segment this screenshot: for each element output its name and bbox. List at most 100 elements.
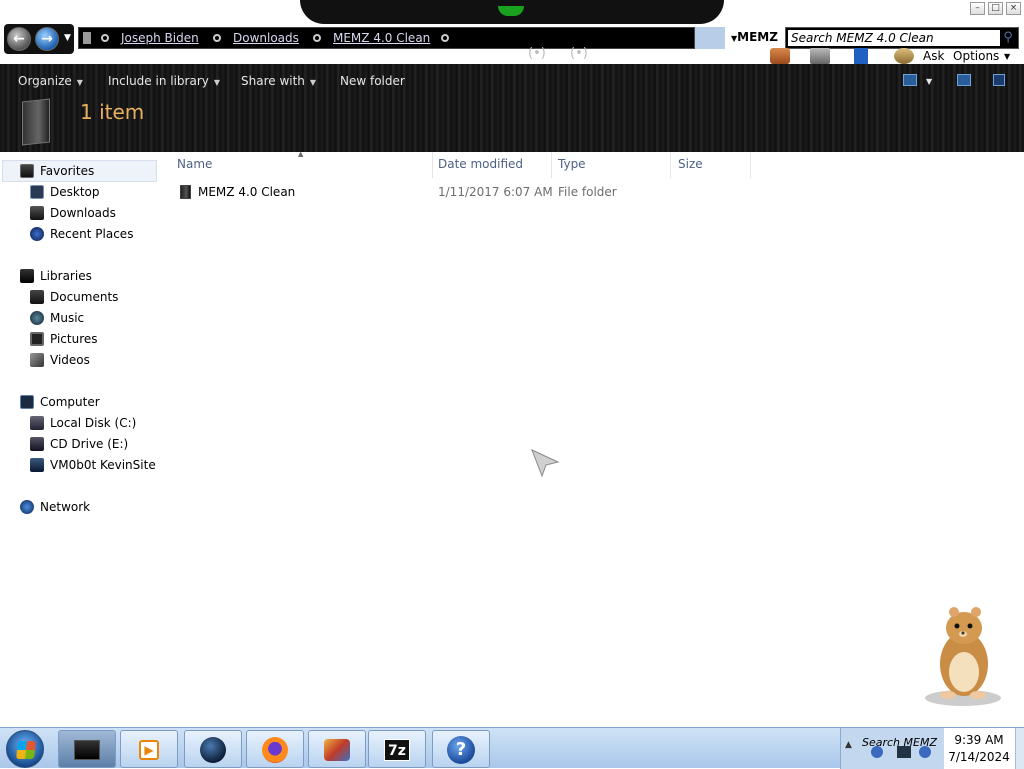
clock-time: 9:39 AM [954, 733, 1004, 747]
nav-item-documents[interactable]: Documents [30, 288, 118, 306]
nav-network[interactable]: Network [20, 498, 90, 516]
hamster-buddy-icon[interactable] [918, 600, 1008, 710]
help-icon[interactable] [993, 74, 1005, 86]
organize-button[interactable]: Organize ▼ [18, 74, 83, 88]
chevron-down-icon: ▼ [76, 78, 83, 87]
nav-item-recent-places[interactable]: Recent Places [30, 225, 133, 243]
nav-label: Videos [50, 353, 90, 367]
hard-disk-icon [30, 416, 44, 430]
windows-logo-icon [16, 741, 36, 759]
file-name[interactable]: MEMZ 4.0 Clean [198, 185, 295, 199]
nav-favorites[interactable]: Favorites [20, 162, 94, 180]
address-dropdown[interactable] [695, 27, 725, 49]
new-folder-button[interactable]: New folder [340, 74, 405, 88]
search-box[interactable]: ⚲ [785, 27, 1019, 49]
column-header-type[interactable]: Type [558, 157, 586, 171]
nav-computer[interactable]: Computer [20, 393, 100, 411]
preview-pane-icon[interactable] [957, 74, 971, 86]
start-button[interactable] [6, 730, 44, 768]
options-dropdown-icon[interactable]: ▼ [1004, 52, 1010, 61]
back-button[interactable]: ← [7, 27, 31, 51]
nav-item-local-disk[interactable]: Local Disk (C:) [30, 414, 136, 432]
ghost-circle-icon: (•) [528, 46, 546, 61]
taskbar-browser-globe[interactable] [184, 730, 242, 768]
taskbar-media-player[interactable]: ▶ [120, 730, 178, 768]
taskbar-7zip[interactable]: 7z [368, 730, 426, 768]
address-refresh-button[interactable]: ▼MEMZ [731, 30, 778, 44]
nav-item-desktop[interactable]: Desktop [30, 183, 100, 201]
forward-arrow-icon: → [41, 31, 53, 47]
nav-item-videos[interactable]: Videos [30, 351, 90, 369]
nav-label: Libraries [40, 269, 92, 283]
nav-item-downloads[interactable]: Downloads [30, 204, 116, 222]
nav-libraries[interactable]: Libraries [20, 267, 92, 285]
help-icon: ? [447, 736, 475, 764]
nav-item-pictures[interactable]: Pictures [30, 330, 98, 348]
cd-drive-icon [30, 437, 44, 451]
nav-label: Downloads [50, 206, 116, 220]
change-view-icon[interactable] [903, 74, 917, 86]
item-count: 1 item [80, 100, 145, 124]
sort-ascending-icon: ▲ [298, 150, 304, 158]
home-icon[interactable] [770, 48, 790, 64]
forward-button[interactable]: → [35, 27, 59, 51]
tray-search-text: Search MEMZ [862, 736, 937, 749]
recent-pages-dropdown-icon[interactable]: ▼ [64, 33, 71, 43]
address-bar[interactable]: Joseph Biden Downloads MEMZ 4.0 Clean [78, 27, 695, 49]
breadcrumb-separator-icon[interactable] [213, 34, 221, 42]
paint-icon [323, 737, 351, 763]
organize-label: Organize [18, 74, 72, 88]
chevron-down-icon: ▼ [213, 78, 221, 87]
refresh-label: MEMZ [737, 30, 778, 44]
search-input[interactable] [788, 30, 1000, 46]
column-header-size[interactable]: Size [678, 157, 703, 171]
printer-icon[interactable] [810, 48, 830, 64]
close-button[interactable]: × [1006, 2, 1021, 15]
share-with-label: Share with [241, 74, 305, 88]
column-divider[interactable] [670, 152, 671, 178]
minimize-button[interactable]: – [970, 2, 985, 15]
taskbar-explorer[interactable] [58, 730, 116, 768]
page-icon[interactable] [854, 48, 868, 64]
show-hidden-icons-icon[interactable]: ▲ [845, 740, 852, 750]
music-icon [30, 311, 44, 325]
taskbar-help[interactable]: ? [432, 730, 490, 768]
taskbar: ▶ 7z ? ▲ Search MEMZ 9:39 AM 7/14/2024 [0, 727, 1024, 769]
show-desktop-button[interactable] [1015, 728, 1024, 769]
back-arrow-icon: ← [13, 31, 25, 47]
tools-icon[interactable] [894, 48, 914, 64]
breadcrumb-separator-icon[interactable] [313, 34, 321, 42]
maximize-button[interactable]: □ [988, 2, 1003, 15]
breadcrumb-downloads[interactable]: Downloads [233, 31, 299, 45]
share-with-button[interactable]: Share with ▼ [241, 74, 316, 88]
clock-date: 7/14/2024 [948, 750, 1010, 764]
column-divider[interactable] [551, 152, 552, 178]
view-options-dropdown-icon[interactable]: ▼ [926, 77, 932, 86]
taskbar-firefox[interactable] [246, 730, 304, 768]
taskbar-paint[interactable] [308, 730, 366, 768]
breadcrumb-joseph-biden[interactable]: Joseph Biden [121, 31, 199, 45]
column-divider[interactable] [432, 152, 433, 178]
window-titlebar: ← → ▼ Joseph Biden Downloads MEMZ 4.0 Cl… [0, 0, 1024, 64]
include-in-library-button[interactable]: Include in library ▼ [108, 74, 220, 88]
nav-label: CD Drive (E:) [50, 437, 129, 451]
nav-item-network-drive[interactable]: VM0b0t KevinSite [30, 456, 156, 474]
clock[interactable]: 9:39 AM 7/14/2024 [944, 728, 1024, 769]
nav-item-music[interactable]: Music [30, 309, 84, 327]
nav-label: Music [50, 311, 85, 325]
options-menu[interactable]: Options [953, 49, 999, 63]
file-date-modified: 1/11/2017 6:07 AM [438, 185, 553, 199]
breadcrumb-separator-icon[interactable] [101, 34, 109, 42]
nav-label: Desktop [50, 185, 100, 199]
breadcrumb-separator-icon[interactable] [441, 34, 449, 42]
table-row[interactable]: MEMZ 4.0 Clean 1/11/2017 6:07 AM File fo… [170, 182, 770, 202]
search-icon[interactable]: ⚲ [1000, 30, 1016, 46]
nav-item-cd-drive[interactable]: CD Drive (E:) [30, 435, 128, 453]
column-header-date-modified[interactable]: Date modified [438, 157, 523, 171]
column-divider[interactable] [750, 152, 751, 178]
column-header-name[interactable]: Name [177, 157, 212, 171]
ask-menu[interactable]: Ask [923, 49, 944, 63]
nav-label: Recent Places [50, 227, 134, 241]
breadcrumb-memz[interactable]: MEMZ 4.0 Clean [333, 31, 430, 45]
network-drive-icon [30, 458, 44, 472]
